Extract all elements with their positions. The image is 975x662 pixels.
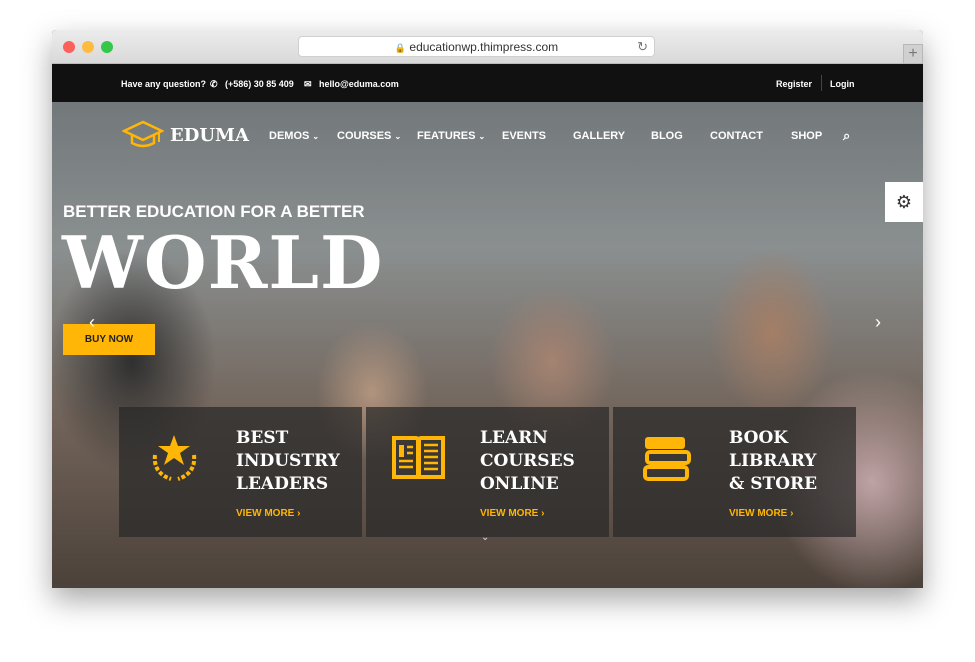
nav-gallery[interactable]: GALLERY (573, 130, 625, 142)
login-link[interactable]: Login (830, 79, 855, 89)
settings-gear-icon[interactable]: ⚙ (885, 182, 923, 222)
next-slide-arrow-icon[interactable]: › (875, 312, 881, 333)
view-more-link[interactable]: VIEW MORE › (729, 508, 793, 519)
scroll-down-icon[interactable]: ⌄ (481, 532, 489, 543)
view-more-link[interactable]: VIEW MORE › (236, 508, 300, 519)
nav-shop[interactable]: SHOP (791, 130, 822, 142)
search-icon[interactable]: ⌕ (843, 128, 850, 144)
chevron-down-icon: ⌄ (478, 132, 486, 141)
maximize-button[interactable] (101, 41, 113, 53)
question-text: Have any question? (121, 79, 207, 89)
reload-icon[interactable]: ↻ (637, 37, 648, 57)
lock-icon: 🔒 (394, 43, 407, 53)
phone-icon: ✆ (210, 79, 218, 89)
nav-blog[interactable]: BLOG (651, 130, 683, 142)
logo-text: EDUMA (170, 124, 249, 146)
phone-link[interactable]: (+586) 30 85 409 (225, 79, 294, 89)
minimize-button[interactable] (82, 41, 94, 53)
award-star-icon (152, 435, 197, 481)
feature-card-leaders[interactable]: BEST INDUSTRY LEADERS VIEW MORE › (119, 407, 362, 537)
chevron-down-icon: ⌄ (312, 132, 320, 141)
url-text: educationwp.thimpress.com (409, 40, 559, 54)
hero-slider: EDUMA DEMOS ⌄ COURSES ⌄ FEATURES ⌄ EVENT… (52, 102, 923, 588)
top-bar: Have any question? ✆ (+586) 30 85 409 ✉ … (52, 64, 923, 102)
hero-title: WORLD (62, 220, 384, 305)
address-bar[interactable]: 🔒 educationwp.thimpress.com ↻ (298, 36, 655, 57)
new-tab-button[interactable]: + (903, 44, 923, 64)
feature-card-courses[interactable]: LEARN COURSES ONLINE VIEW MORE › (366, 407, 609, 537)
nav-courses[interactable]: COURSES ⌄ (337, 130, 401, 142)
buy-now-button[interactable]: BUY NOW (63, 324, 155, 355)
nav-contact[interactable]: CONTACT (710, 130, 763, 142)
nav-events[interactable]: EVENTS (502, 130, 546, 142)
view-more-link[interactable]: VIEW MORE › (480, 508, 544, 519)
browser-toolbar: 🔒 educationwp.thimpress.com ↻ + (52, 30, 923, 64)
browser-window: 🔒 educationwp.thimpress.com ↻ + Have any … (52, 30, 923, 588)
hero-subtitle: BETTER EDUCATION FOR A BETTER (63, 202, 365, 221)
prev-slide-arrow-icon[interactable]: ‹ (89, 312, 95, 333)
graduation-cap-icon (122, 120, 164, 148)
nav-demos[interactable]: DEMOS ⌄ (269, 130, 319, 142)
logo[interactable]: EDUMA (122, 120, 249, 150)
email-link[interactable]: hello@eduma.com (319, 79, 399, 89)
feature-card-library[interactable]: BOOK LIBRARY & STORE VIEW MORE › (613, 407, 856, 537)
chevron-down-icon: ⌄ (394, 132, 402, 141)
close-button[interactable] (63, 41, 75, 53)
nav-features[interactable]: FEATURES ⌄ (417, 130, 485, 142)
register-link[interactable]: Register (776, 79, 812, 89)
open-book-icon (392, 436, 445, 479)
book-stack-icon (643, 437, 691, 481)
mail-icon: ✉ (304, 79, 312, 89)
